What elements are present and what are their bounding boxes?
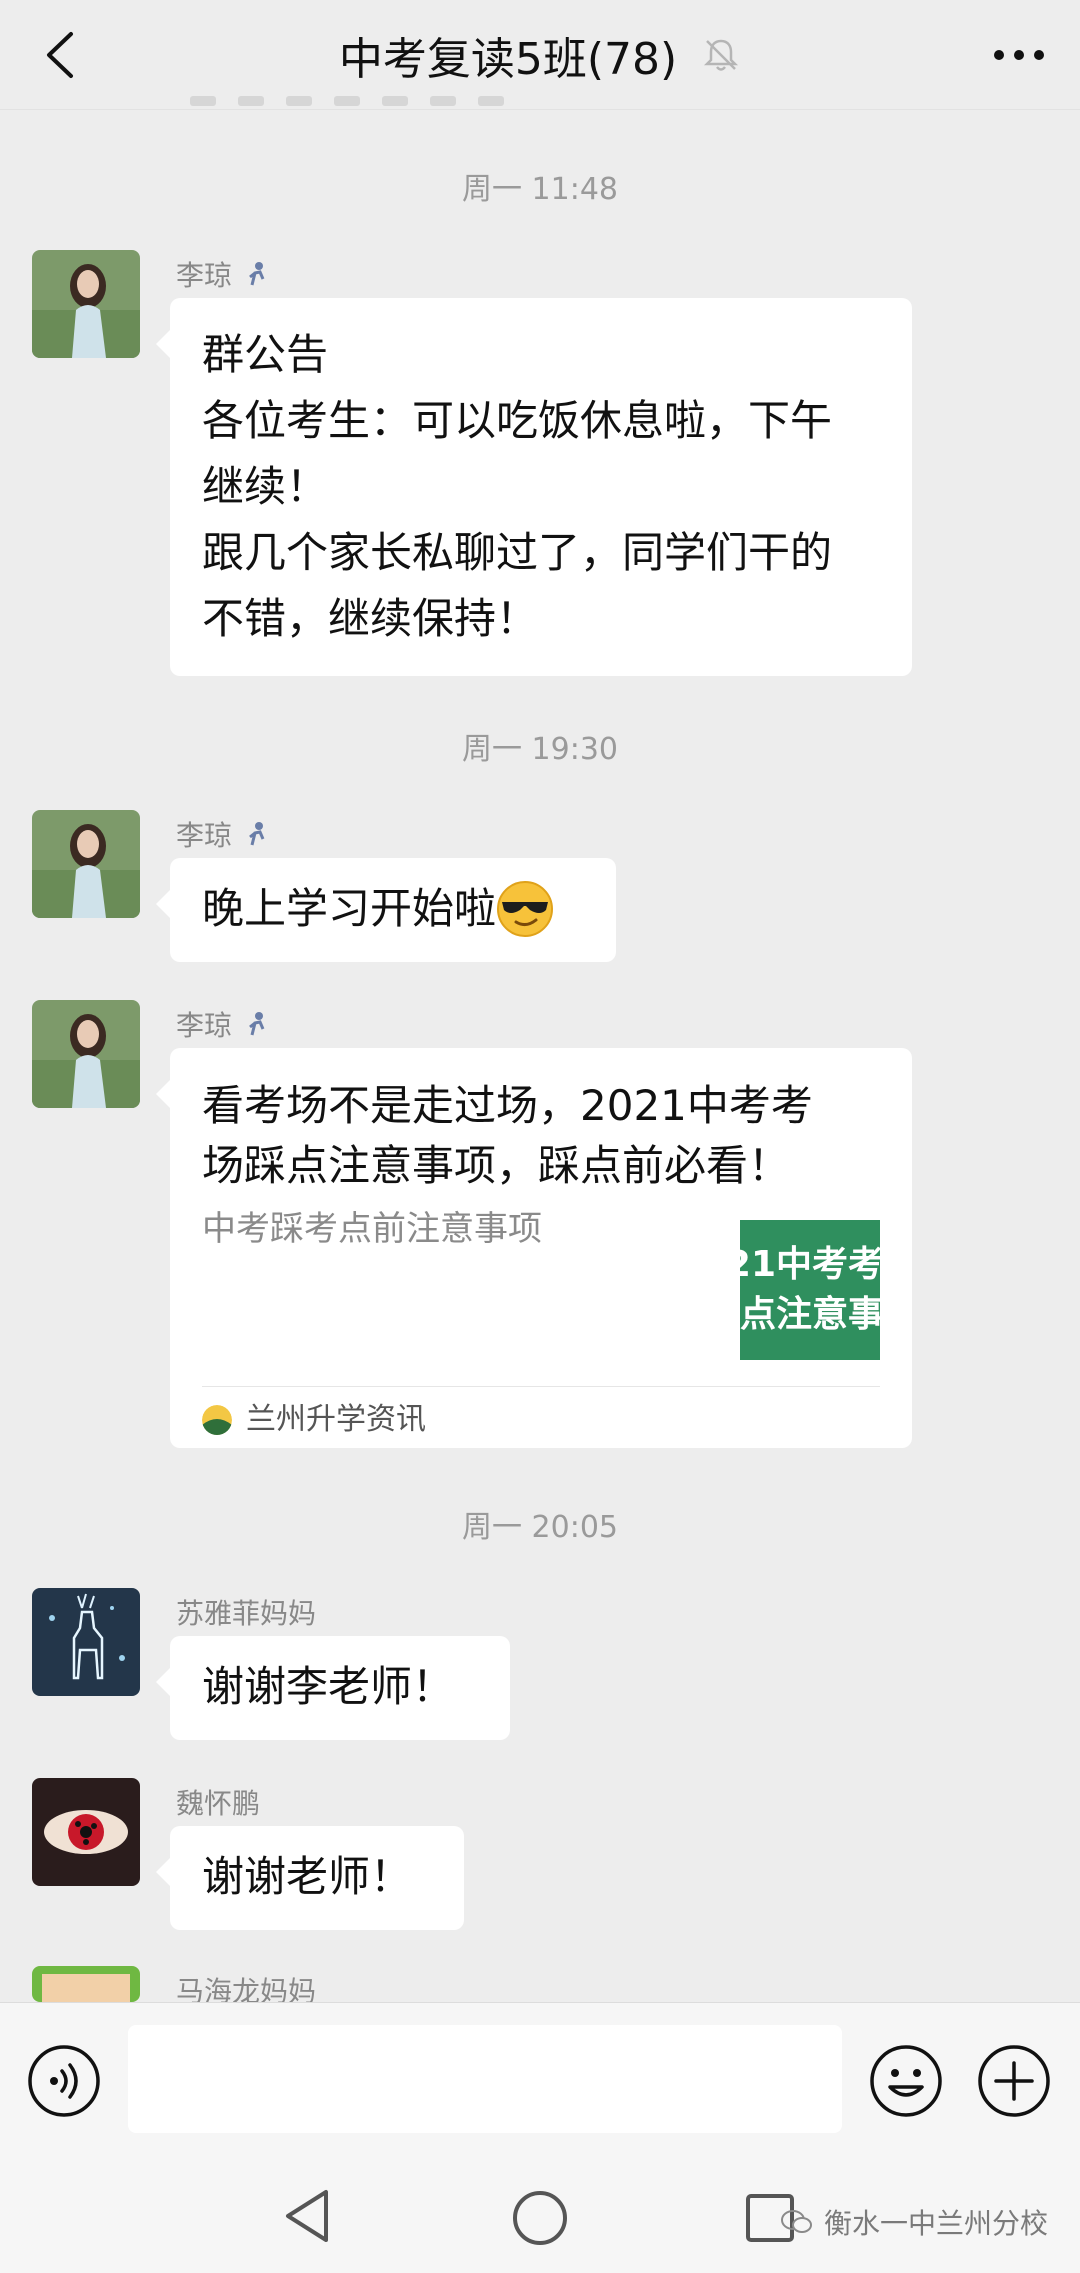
message-line: 谢谢老师！ [202,1852,413,1901]
avatar[interactable] [32,810,140,918]
chat-title: 中考复读5班(78) [338,33,678,85]
card-thumbnail: 21中考考 点注意事 [740,1220,880,1360]
avatar[interactable] [32,1000,140,1108]
avatar-eye-icon [32,1778,140,1886]
avatar[interactable] [32,1778,140,1886]
message-line: 晚上学习开始啦 [202,884,497,933]
admin-badge-icon [249,1012,265,1036]
link-card[interactable]: 看考场不是走过场，2021中考考 场踩点注意事项，踩点前必看！ 中考踩考点前注意… [156,1048,912,1448]
sender-name: 魏怀鹏 [176,1787,261,1820]
card-source: 兰州升学资讯 [202,1386,880,1452]
mute-bell-icon [704,39,739,71]
timestamp: 周一 20:05 [462,1510,618,1545]
emoji-icon[interactable] [868,2043,944,2119]
avatar-photo-icon [32,250,140,358]
timestamp: 周一 11:48 [462,172,618,207]
avatar-photo-icon [32,810,140,918]
card-title-line: 看考场不是走过场，2021中考考 [202,1081,813,1130]
message-line: 各位考生：可以吃饭休息啦，下午 [202,396,833,445]
admin-badge-icon [249,822,265,846]
nav-back-triangle-icon[interactable] [280,2186,340,2246]
message-input[interactable] [128,2025,842,2133]
avatar[interactable] [32,1588,140,1696]
message-line: 谢谢李老师！ [202,1662,455,1711]
truncated-previous-message [190,96,520,112]
avatar[interactable] [32,1966,140,2002]
more-button[interactable] [986,22,1052,88]
chevron-left-icon [47,32,73,78]
message-line: 跟几个家长私聊过了，同学们干的 [202,528,833,577]
plus-icon[interactable] [976,2043,1052,2119]
more-dots-icon [994,50,1044,60]
system-nav-bar: 衡水一中兰州分校 [0,2152,1080,2273]
nav-home-circle-icon[interactable] [508,2186,572,2250]
back-button[interactable] [30,22,90,88]
timestamp: 周一 19:30 [462,732,618,767]
message-bubble[interactable]: 群公告 各位考生：可以吃饭休息啦，下午 继续！ 跟几个家长私聊过了，同学们干的 … [156,298,912,676]
voice-input-icon[interactable] [26,2043,102,2119]
message-line: 不错，继续保持！ [202,594,539,643]
message-bubble[interactable]: 晚上学习开始啦 [156,858,616,962]
sunglasses-emoji-icon [497,881,554,937]
sender-name: 苏雅菲妈妈 [176,1597,317,1630]
message-bubble[interactable]: 谢谢老师！ [156,1826,464,1930]
message-line: 继续！ [202,462,329,511]
avatar[interactable] [32,250,140,358]
avatar-photo-icon [32,1000,140,1108]
admin-badge-icon [249,262,265,286]
watermark: 衡水一中兰州分校 [780,2202,1048,2242]
input-bar [0,2002,1080,2152]
chat-header: 中考复读5班(78) [0,0,1080,110]
avatar-cartoon-icon [32,1966,140,2002]
sender-name: 李琼 [176,1004,268,1044]
card-title-line: 场踩点注意事项，踩点前必看！ [202,1141,791,1190]
sender-name: 李琼 [176,254,268,294]
sender-name: 李琼 [176,814,268,854]
wechat-icon [781,2210,812,2233]
avatar-deer-icon [32,1588,140,1696]
message-bubble[interactable]: 谢谢李老师！ [156,1636,510,1740]
source-logo-icon [202,1404,232,1435]
message-line: 群公告 [202,330,329,379]
card-description: 中考踩考点前注意事项 [202,1209,542,1249]
